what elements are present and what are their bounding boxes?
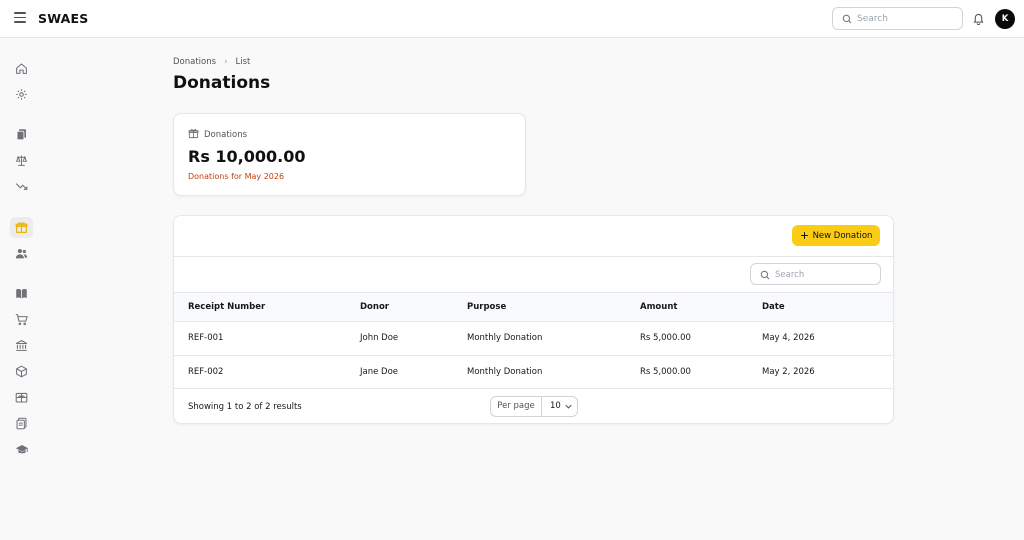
sidebar-item-users[interactable] [10,243,33,264]
breadcrumb-current: List [235,57,251,67]
book-icon [16,288,27,299]
breadcrumb-donations[interactable]: Donations [173,57,216,67]
stat-card: Donations Rs 10,000.00 Donations for May… [173,113,526,196]
gear-icon [16,89,27,100]
per-page-control: Per page 10 [490,396,578,417]
table-row[interactable]: REF-001 John Doe Monthly Donation Rs 5,0… [174,321,893,355]
cart-icon [15,314,28,326]
clipboard-icon [16,417,27,430]
gift-icon [15,222,28,233]
sidebar-item-settings[interactable] [10,84,33,105]
cell-purpose: Monthly Donation [467,367,543,377]
sidebar-item-trending[interactable] [10,176,33,197]
bell-icon[interactable] [972,12,985,25]
avatar[interactable]: K [995,9,1015,29]
sidebar-item-books[interactable] [10,283,33,304]
stat-label: Donations [204,130,248,140]
column-header-date[interactable]: Date [762,302,785,312]
sidebar-item-donations[interactable] [10,217,33,238]
sidebar-item-inventory[interactable] [10,361,33,382]
search-icon [760,270,770,280]
search-icon [842,14,852,24]
chevron-down-icon [565,404,572,409]
column-header-donor[interactable]: Donor [360,302,389,312]
documents-icon [16,129,26,141]
gift-icon [188,129,199,139]
sidebar-item-cart[interactable] [10,309,33,330]
sidebar-item-records[interactable] [10,413,33,434]
sidebar-item-education[interactable] [10,439,33,460]
stat-value: Rs 10,000.00 [188,147,306,166]
sidebar-item-documents[interactable] [10,124,33,145]
home-icon [16,63,27,74]
cube-icon [16,365,27,378]
gift-card-icon [15,392,28,403]
cell-date: May 2, 2026 [762,367,815,377]
scale-icon [15,155,28,166]
breadcrumb: Donations › List [173,57,250,67]
chevron-right-icon: › [224,57,228,67]
page-title: Donations [173,73,271,93]
new-donation-button[interactable]: New Donation [792,225,880,246]
column-header-receipt-number[interactable]: Receipt Number [188,302,265,312]
graduation-cap-icon [15,445,28,454]
table-search[interactable] [750,263,881,285]
stat-description: Donations for May 2026 [188,172,285,181]
per-page-select[interactable]: 10 [542,397,578,416]
pagination-summary: Showing 1 to 2 of 2 results [188,402,302,412]
menu-icon[interactable] [14,12,26,23]
app-brand[interactable]: SWAES [38,11,88,26]
cell-receipt-number: REF-001 [188,333,224,343]
cell-donor: John Doe [360,333,399,343]
sidebar-item-scholarship[interactable] [10,387,33,408]
per-page-value: 10 [550,401,561,411]
global-search[interactable] [832,7,963,30]
divider [174,388,893,389]
plus-icon [800,232,808,239]
trending-down-icon [15,183,28,190]
sidebar-item-balance[interactable] [10,150,33,171]
cell-purpose: Monthly Donation [467,333,543,343]
cell-amount: Rs 5,000.00 [640,333,691,343]
new-donation-label: New Donation [812,230,873,241]
per-page-label: Per page [491,397,542,416]
sidebar-item-home[interactable] [10,58,33,79]
cell-amount: Rs 5,000.00 [640,367,691,377]
table-header: Receipt Number Donor Purpose Amount Date [174,293,893,321]
cell-donor: Jane Doe [360,367,399,377]
global-search-input[interactable] [857,11,957,26]
sidebar-item-bank[interactable] [10,335,33,356]
column-header-purpose[interactable]: Purpose [467,302,506,312]
cell-date: May 4, 2026 [762,333,815,343]
bank-icon [15,340,28,351]
table-search-input[interactable] [775,267,875,282]
cell-receipt-number: REF-002 [188,367,224,377]
users-icon [15,248,28,259]
column-header-amount[interactable]: Amount [640,302,677,312]
top-bar: SWAES K [0,0,1024,38]
divider [174,256,893,257]
donations-table-card: New Donation Receipt Number Donor Purpos… [173,215,894,424]
table-row[interactable]: REF-002 Jane Doe Monthly Donation Rs 5,0… [174,355,893,389]
